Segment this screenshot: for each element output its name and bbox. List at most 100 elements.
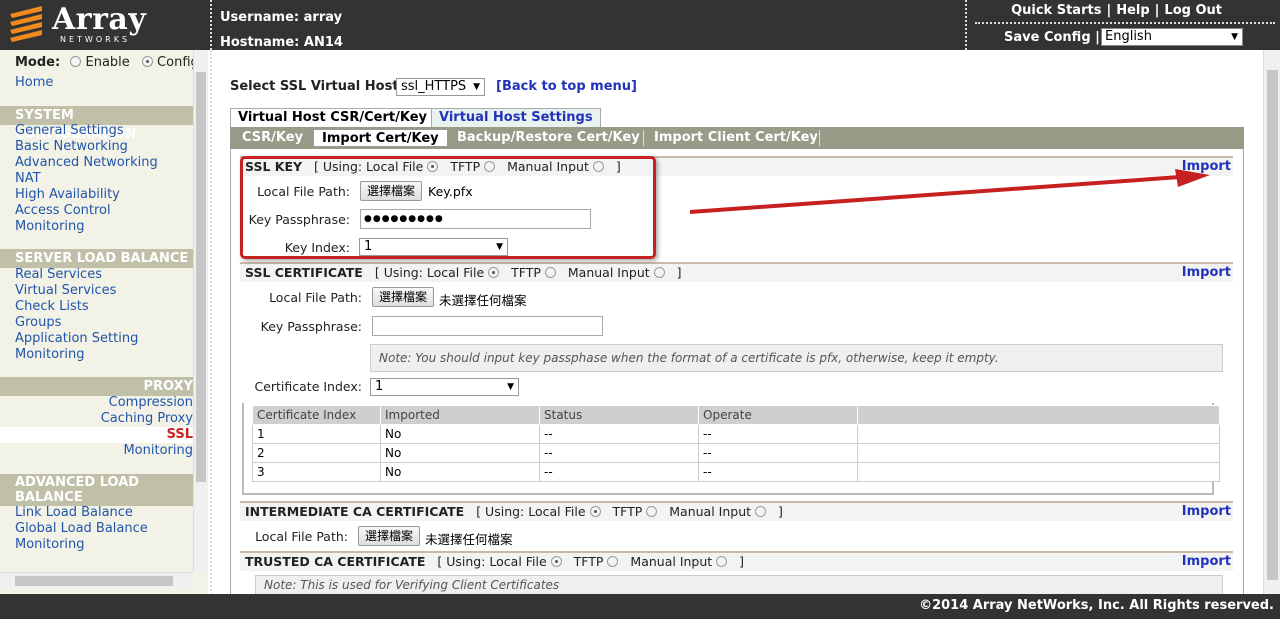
inter-ca-manual-radio[interactable]: [755, 506, 766, 517]
cell-index: 1: [252, 424, 381, 444]
ssl-cert-local-radio[interactable]: [488, 267, 500, 278]
main-panel: Select SSL Virtual Host: ssl_HTTPS ▼ [Bac…: [212, 50, 1280, 594]
cell-status: --: [539, 443, 699, 463]
ssl-cert-manual-radio[interactable]: [653, 267, 665, 278]
inter-ca-local-radio[interactable]: [589, 506, 601, 517]
subtab-separator: [643, 130, 644, 146]
subtab-bar: CSR/Key Import Cert/Key Backup/Restore C…: [230, 127, 1244, 149]
sidebar-scroll-thumb[interactable]: [196, 72, 206, 482]
nav-slb-monitoring[interactable]: Monitoring: [15, 347, 85, 363]
nav-basic-networking[interactable]: Basic Networking: [15, 139, 128, 155]
help-link[interactable]: Help: [1116, 3, 1149, 18]
nav-section-slb: SERVER LOAD BALANCE: [0, 249, 193, 268]
main-scrollbar[interactable]: [1263, 50, 1280, 594]
inter-ca-choose-file-button[interactable]: 選擇檔案: [358, 526, 421, 546]
nav-compression[interactable]: Compression: [109, 395, 193, 411]
cell-operate: --: [698, 462, 858, 482]
table-row: 3 No -- --: [252, 462, 1220, 482]
cell-index: 2: [252, 443, 381, 463]
subtab-csr-key[interactable]: CSR/Key: [242, 129, 303, 147]
nav-alb-monitoring[interactable]: Monitoring: [15, 537, 85, 553]
header-divider: [965, 0, 967, 50]
nav-groups[interactable]: Groups: [15, 315, 61, 331]
back-to-top-link[interactable]: [Back to top menu]: [496, 79, 637, 94]
tab-csr-cert-key[interactable]: Virtual Host CSR/Cert/Key: [230, 108, 435, 128]
nav-section-proxy: PROXY: [0, 377, 193, 396]
subtab-import-cert-key[interactable]: Import Cert/Key: [313, 129, 448, 147]
ssl-cert-header: SSL CERTIFICATE [ Using: Local File TFTP…: [240, 262, 1233, 282]
cell-status: --: [539, 424, 699, 444]
logout-link[interactable]: Log Out: [1164, 3, 1222, 18]
nav-section-alb: ADVANCED LOAD BALANCE: [0, 474, 193, 506]
subtab-import-client-cert[interactable]: Import Client Cert/Key: [654, 129, 818, 147]
trusted-ca-tftp-radio[interactable]: [607, 556, 619, 567]
mode-config-radio[interactable]: [141, 56, 153, 67]
trusted-ca-manual-radio[interactable]: [716, 556, 728, 567]
nav-link-load-balance[interactable]: Link Load Balance: [15, 505, 133, 521]
mode-enable-radio[interactable]: [70, 56, 82, 67]
nav-system-monitoring[interactable]: Monitoring: [15, 219, 85, 235]
nav-high-availability[interactable]: High Availability: [15, 187, 120, 203]
nav-caching-proxy[interactable]: Caching Proxy: [101, 411, 193, 427]
subtab-backup-restore[interactable]: Backup/Restore Cert/Key: [457, 129, 640, 147]
virtual-host-select[interactable]: ssl_HTTPS ▼: [396, 78, 485, 96]
nav-application-setting[interactable]: Application Setting: [15, 331, 138, 347]
nav-advanced-networking[interactable]: Advanced Networking: [15, 155, 158, 171]
col-imported: Imported: [380, 405, 540, 425]
inter-ca-tftp-radio[interactable]: [646, 506, 658, 517]
sidebar-hscroll-thumb[interactable]: [15, 576, 173, 586]
inter-ca-file-name: 未選擇任何檔案: [425, 532, 513, 547]
language-select[interactable]: English ▼: [1101, 28, 1243, 46]
cell-status: --: [539, 462, 699, 482]
nav-nat[interactable]: NAT: [15, 171, 41, 187]
ssl-cert-choose-file-button[interactable]: 選擇檔案: [372, 287, 435, 307]
trusted-ca-header: TRUSTED CA CERTIFICATE [ Using: Local Fi…: [240, 551, 1233, 571]
inter-ca-import-link[interactable]: Import: [1182, 503, 1231, 521]
trusted-ca-note: Note: This is used for Verifying Client …: [255, 575, 1223, 594]
tab-virtual-host-settings[interactable]: Virtual Host Settings: [431, 108, 601, 128]
ssl-cert-file-name: 未選擇任何檔案: [439, 293, 527, 308]
cert-index-select[interactable]: 1 ▼: [370, 378, 519, 396]
nav-virtual-services[interactable]: Virtual Services: [15, 283, 116, 299]
header-divider: [975, 22, 1275, 24]
nav-proxy-monitoring[interactable]: Monitoring: [123, 443, 193, 459]
cell-extra: [857, 443, 1220, 463]
chevron-down-icon: ▼: [473, 82, 480, 92]
quick-starts-link[interactable]: Quick Starts: [1011, 3, 1101, 18]
nav-general-settings[interactable]: General Settings: [15, 123, 124, 139]
header-divider: [210, 0, 212, 50]
nav-check-lists[interactable]: Check Lists: [15, 299, 89, 315]
cell-imported: No: [380, 424, 540, 444]
nav-active-highlight: [0, 427, 193, 443]
array-logo: Array NETWORKS: [8, 2, 208, 46]
ssl-cert-passphrase-label: Key Passphrase:: [260, 319, 362, 334]
highlight-box: [240, 156, 656, 259]
username-text: Username: array: [220, 10, 343, 25]
trusted-ca-local-radio[interactable]: [550, 556, 562, 567]
nav-global-load-balance[interactable]: Global Load Balance: [15, 521, 148, 537]
logo-mark-icon: [10, 6, 42, 42]
subtab-separator: [819, 130, 820, 146]
ssl-cert-tftp-radio[interactable]: [544, 267, 556, 278]
cell-index: 3: [252, 462, 381, 482]
col-status: Status: [539, 405, 699, 425]
footer: ©2014 Array NetWorks, Inc. All Rights re…: [0, 594, 1280, 619]
ssl-cert-import-link[interactable]: Import: [1182, 264, 1231, 282]
user-info: Username: array Hostname: AN14: [220, 5, 343, 55]
nav-access-control[interactable]: Access Control: [15, 203, 111, 219]
red-arrow-icon: [689, 169, 1210, 214]
nav-home[interactable]: Home: [15, 75, 53, 91]
top-header: Array NETWORKS Username: array Hostname:…: [0, 0, 1280, 50]
cell-operate: --: [698, 424, 858, 444]
nav-real-services[interactable]: Real Services: [15, 267, 102, 283]
cert-index-label: Certificate Index:: [254, 379, 362, 394]
inter-ca-path-label: Local File Path:: [255, 529, 348, 544]
ssl-cert-passphrase-input[interactable]: [372, 316, 603, 336]
main-scroll-thumb[interactable]: [1267, 70, 1278, 580]
table-row: 2 No -- --: [252, 443, 1220, 463]
trusted-ca-import-link[interactable]: Import: [1182, 553, 1231, 571]
logo-subtitle: NETWORKS: [60, 35, 131, 44]
nav-ssl[interactable]: SSL: [167, 427, 193, 443]
save-config-link[interactable]: Save Config |: [1004, 30, 1100, 45]
col-extra: [857, 405, 1220, 425]
